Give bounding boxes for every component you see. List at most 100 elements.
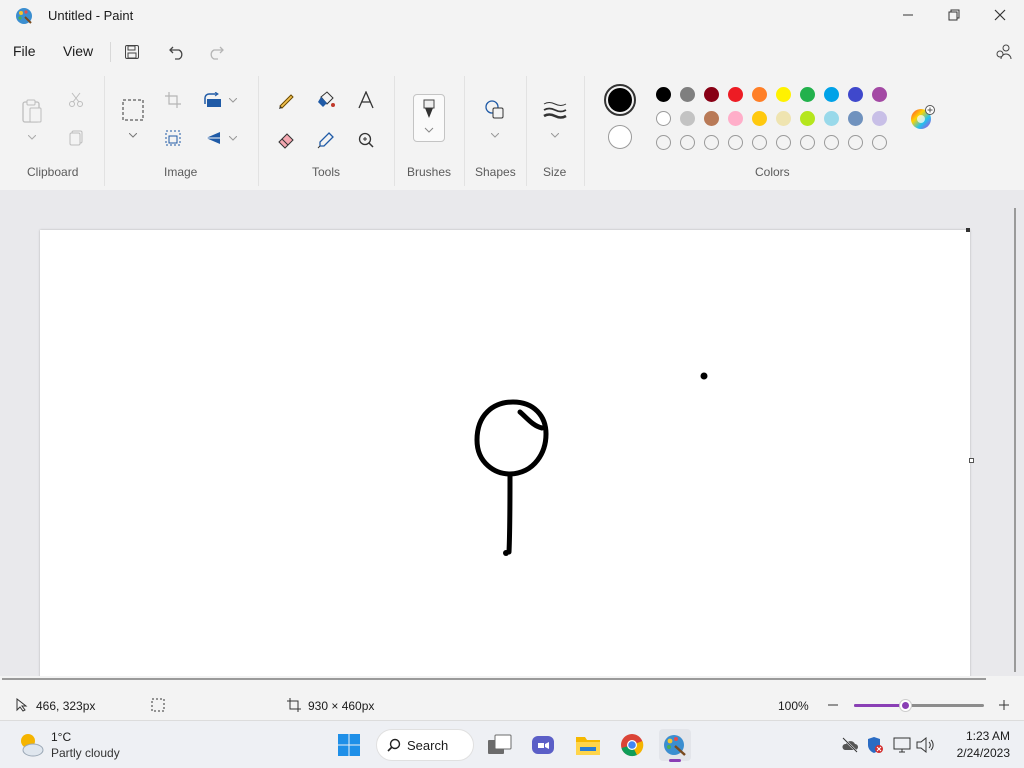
canvas-corner-handle[interactable] [966, 228, 970, 232]
start-button[interactable] [333, 729, 365, 761]
taskbar-search[interactable]: Search [376, 729, 474, 761]
clock-time[interactable]: 1:23 AM [950, 729, 1010, 743]
minimize-button[interactable] [885, 0, 931, 30]
zoom-out-button[interactable] [825, 697, 841, 713]
redo-button[interactable] [203, 40, 229, 64]
horizontal-scrollbar[interactable] [2, 678, 986, 680]
resize-icon [165, 130, 181, 146]
paste-dropdown[interactable] [26, 132, 38, 142]
close-button[interactable] [977, 0, 1023, 30]
canvas-resize-handle[interactable] [969, 458, 974, 463]
color-swatch[interactable] [872, 111, 887, 126]
zoom-in-button[interactable] [996, 697, 1012, 713]
color-swatch[interactable] [752, 87, 767, 102]
paste-icon [22, 99, 42, 123]
rotate-dropdown[interactable] [227, 95, 239, 105]
menu-view[interactable]: View [63, 43, 93, 59]
redo-icon [210, 46, 224, 60]
vertical-scrollbar[interactable] [1014, 208, 1016, 672]
paste-button[interactable] [18, 96, 46, 126]
chrome-button[interactable] [616, 729, 648, 761]
color-swatch[interactable] [704, 87, 719, 102]
cloud-offline-icon [842, 737, 858, 753]
crop-button[interactable] [159, 86, 187, 114]
resize-button[interactable] [159, 124, 187, 152]
drawing-canvas[interactable] [40, 230, 970, 676]
color-swatch[interactable] [776, 87, 791, 102]
copy-button[interactable] [62, 124, 90, 152]
color-swatch[interactable] [680, 87, 695, 102]
group-label-size: Size [543, 165, 567, 179]
color-swatch[interactable] [872, 87, 887, 102]
zoom-level[interactable]: 100% [778, 699, 809, 713]
custom-color-slot[interactable] [824, 135, 839, 150]
fill-button[interactable] [312, 86, 340, 114]
cloud-offline-button[interactable] [840, 735, 860, 755]
custom-color-slot[interactable] [656, 135, 671, 150]
custom-color-slot[interactable] [872, 135, 887, 150]
teams-chat-button[interactable] [527, 729, 559, 761]
zoom-slider-thumb[interactable] [898, 699, 912, 712]
zoom-slider[interactable] [854, 699, 984, 712]
flip-button[interactable] [199, 124, 227, 152]
text-button[interactable] [352, 86, 380, 114]
shapes-button[interactable] [481, 96, 509, 124]
account-button[interactable] [991, 40, 1017, 64]
color-swatch[interactable] [848, 87, 863, 102]
restore-icon [948, 9, 960, 21]
secondary-color-button[interactable] [608, 125, 632, 149]
start-icon [338, 734, 360, 756]
color-swatch[interactable] [656, 87, 671, 102]
brushes-button[interactable] [413, 94, 445, 142]
color-swatch[interactable] [848, 111, 863, 126]
rotate-button[interactable] [199, 86, 227, 114]
network-button[interactable] [892, 735, 912, 755]
security-button[interactable] [865, 735, 885, 755]
size-dropdown[interactable] [549, 130, 561, 140]
size-button[interactable] [541, 96, 569, 124]
color-swatch[interactable] [728, 111, 743, 126]
task-view-button[interactable] [484, 729, 516, 761]
cut-icon [69, 92, 83, 107]
volume-button[interactable] [916, 735, 936, 755]
select-dropdown[interactable] [127, 130, 139, 140]
shapes-dropdown[interactable] [489, 130, 501, 140]
color-swatch[interactable] [800, 87, 815, 102]
brush-icon [423, 99, 435, 133]
color-swatch[interactable] [656, 111, 671, 126]
color-swatch[interactable] [824, 87, 839, 102]
custom-color-slot[interactable] [680, 135, 695, 150]
select-button[interactable] [119, 96, 147, 124]
file-explorer-button[interactable] [572, 729, 604, 761]
color-swatch[interactable] [680, 111, 695, 126]
magnifier-button[interactable] [352, 126, 380, 154]
magnifier-icon [358, 132, 374, 148]
custom-color-slot[interactable] [848, 135, 863, 150]
paint-app-button[interactable] [659, 729, 691, 762]
flip-dropdown[interactable] [227, 133, 239, 143]
custom-color-slot[interactable] [776, 135, 791, 150]
custom-color-slot[interactable] [752, 135, 767, 150]
group-divider [526, 76, 527, 186]
save-button[interactable] [119, 40, 145, 64]
edit-colors-button[interactable] [908, 104, 936, 132]
color-picker-button[interactable] [312, 126, 340, 154]
color-swatch[interactable] [704, 111, 719, 126]
restore-button[interactable] [931, 0, 977, 30]
color-swatch[interactable] [824, 111, 839, 126]
color-swatch[interactable] [752, 111, 767, 126]
color-swatch[interactable] [800, 111, 815, 126]
clock-date[interactable]: 2/24/2023 [940, 746, 1010, 760]
weather-widget[interactable] [16, 730, 46, 760]
undo-button[interactable] [164, 40, 190, 64]
pencil-button[interactable] [272, 86, 300, 114]
color-swatch[interactable] [776, 111, 791, 126]
custom-color-slot[interactable] [704, 135, 719, 150]
custom-color-slot[interactable] [728, 135, 743, 150]
menu-file[interactable]: File [13, 43, 36, 59]
custom-color-slot[interactable] [800, 135, 815, 150]
color-swatch[interactable] [728, 87, 743, 102]
cut-button[interactable] [62, 86, 90, 114]
eraser-button[interactable] [272, 126, 300, 154]
primary-color-button[interactable] [604, 84, 636, 116]
